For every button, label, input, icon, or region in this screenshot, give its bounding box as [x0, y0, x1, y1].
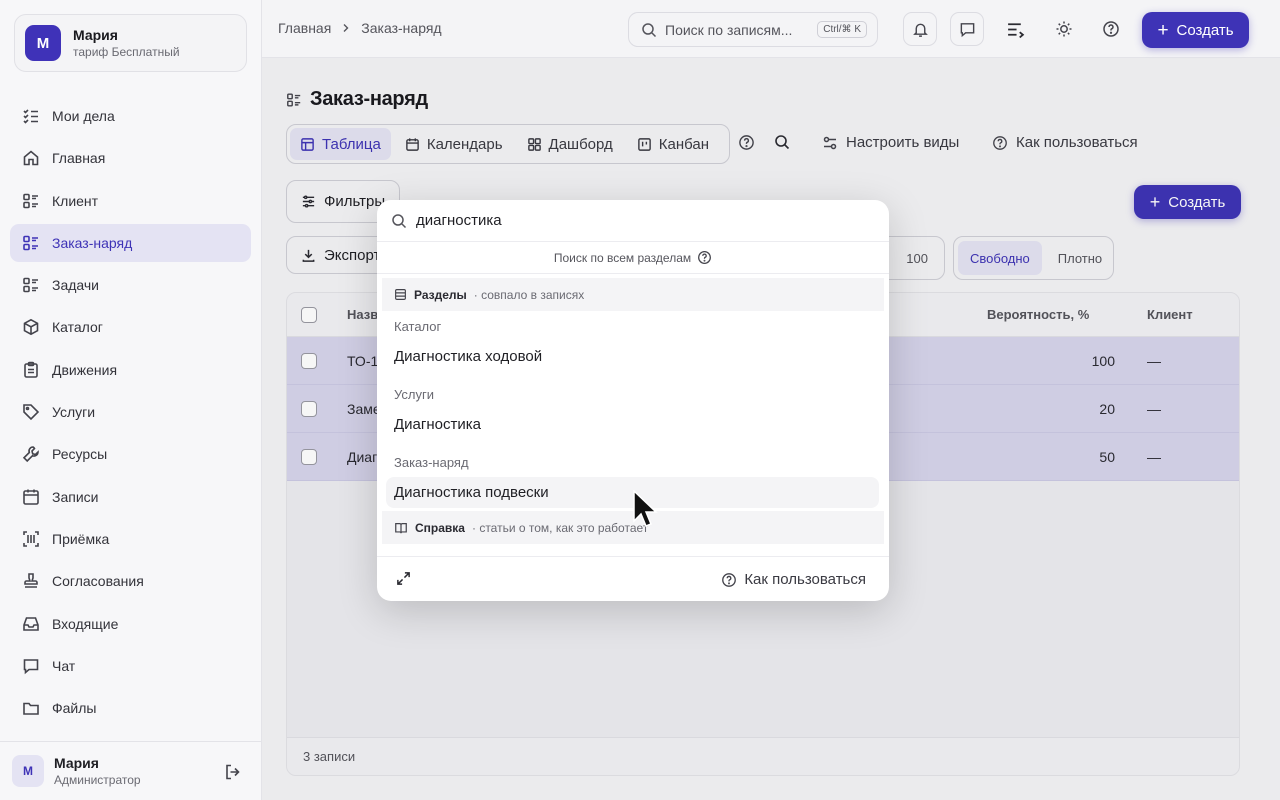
- box-icon: [23, 319, 39, 336]
- sidebar-item-tasks[interactable]: Задачи: [10, 266, 251, 304]
- sidebar-item-chat[interactable]: Чат: [10, 647, 251, 685]
- global-search-placeholder: Поиск по записям...: [665, 21, 793, 38]
- sidebar-item-label: Каталог: [52, 319, 103, 336]
- sidebar-item-label: Задачи: [52, 277, 100, 294]
- sidebar-item-services[interactable]: Услуги: [10, 393, 251, 431]
- calendar-icon: [23, 489, 39, 505]
- result-group-label: Услуги: [394, 387, 434, 402]
- modal-search-input[interactable]: [416, 212, 856, 229]
- sidebar-item-client[interactable]: Клиент: [10, 182, 251, 220]
- sidebar-item-label: Файлы: [52, 700, 97, 717]
- task-list-button[interactable]: [998, 12, 1032, 46]
- create-button-label: Создать: [1176, 21, 1234, 39]
- sidebar-item-resources[interactable]: Ресурсы: [10, 435, 251, 473]
- mouse-cursor-icon: [632, 490, 658, 530]
- plus-icon: +: [1157, 19, 1169, 41]
- sidebar-item-intake[interactable]: Приёмка: [10, 520, 251, 558]
- sidebar-item-label: Ресурсы: [52, 446, 108, 463]
- global-search-input[interactable]: Поиск по записям... Ctrl/⌘ K: [628, 12, 878, 47]
- list-add-icon: [1007, 22, 1024, 38]
- clipboard-icon: [24, 361, 38, 378]
- account-name: Мария: [73, 27, 118, 43]
- logout-button[interactable]: [224, 763, 242, 781]
- top-bar: Главная Заказ-наряд Поиск по записям... …: [262, 0, 1280, 58]
- sidebar-item-label: Движения: [52, 361, 118, 378]
- sidebar-item-label: Приёмка: [52, 530, 110, 547]
- sidebar-nav: Мои дела Главная Клиент Заказ-наряд Зада…: [10, 97, 251, 731]
- list-icon: [23, 277, 38, 293]
- sidebar-item-label: Заказ-наряд: [52, 234, 133, 251]
- modal-how-to-use-link[interactable]: Как пользоваться: [721, 571, 866, 588]
- book-icon: [395, 522, 407, 533]
- search-modal: Поиск по всем разделам Разделы · совпало…: [377, 200, 889, 601]
- help-icon: [1103, 21, 1119, 37]
- sidebar-item-label: Главная: [52, 150, 106, 167]
- search-shortcut: Ctrl/⌘ K: [817, 21, 867, 38]
- list-icon: [23, 193, 38, 208]
- home-icon: [23, 150, 39, 166]
- account-plan: тариф Бесплатный: [73, 45, 180, 59]
- wrench-icon: [22, 446, 39, 463]
- workspace-switcher[interactable]: М Мария тариф Бесплатный: [14, 14, 247, 72]
- user-profile[interactable]: М Мария Администратор: [0, 741, 262, 800]
- tag-icon: [23, 404, 40, 421]
- sun-icon: [1056, 21, 1072, 37]
- chat-icon: [960, 22, 974, 37]
- inbox-icon: [23, 616, 39, 631]
- chat-icon: [23, 659, 39, 675]
- result-group-label: Заказ-наряд: [394, 455, 469, 470]
- sidebar-item-label: Записи: [52, 488, 99, 505]
- result-group-label: Каталог: [394, 319, 442, 334]
- sidebar-item-approvals[interactable]: Согласования: [10, 562, 251, 600]
- checklist-icon: [23, 109, 38, 124]
- folder-icon: [23, 702, 39, 715]
- user-avatar: М: [12, 755, 44, 787]
- sidebar-item-home[interactable]: Главная: [10, 139, 251, 177]
- logout-icon: [226, 764, 240, 780]
- sidebar-item-work-order[interactable]: Заказ-наряд: [10, 223, 251, 262]
- expand-icon: [397, 572, 410, 585]
- list-icon: [23, 235, 38, 251]
- user-role: Администратор: [54, 773, 141, 787]
- user-name: Мария: [54, 755, 99, 771]
- breadcrumb: Главная Заказ-наряд: [278, 20, 442, 36]
- search-icon: [392, 213, 407, 228]
- sidebar-item-label: Клиент: [52, 192, 99, 209]
- sidebar: М Мария тариф Бесплатный Мои дела Главна…: [0, 0, 262, 800]
- result-item[interactable]: Диагностика: [386, 409, 879, 440]
- search-icon: [642, 22, 657, 37]
- sidebar-item-label: Входящие: [52, 615, 119, 632]
- sidebar-item-files[interactable]: Файлы: [10, 689, 251, 727]
- notifications-button[interactable]: [903, 12, 937, 46]
- sidebar-item-label: Согласования: [52, 573, 144, 590]
- create-button[interactable]: + Создать: [1142, 12, 1249, 48]
- help-icon: [722, 572, 737, 587]
- sidebar-item-label: Чат: [52, 657, 76, 674]
- table-icon: [395, 289, 406, 300]
- bell-icon: [912, 23, 928, 37]
- account-avatar: М: [25, 25, 61, 61]
- results-section-sections: Разделы · совпало в записях: [382, 278, 884, 311]
- sidebar-item-catalog[interactable]: Каталог: [10, 308, 251, 346]
- breadcrumb-home[interactable]: Главная: [278, 20, 331, 36]
- help-icon[interactable]: [697, 250, 712, 265]
- sidebar-item-bookings[interactable]: Записи: [10, 478, 251, 516]
- stamp-icon: [24, 573, 38, 589]
- result-item[interactable]: Диагностика ходовой: [386, 341, 879, 372]
- help-button[interactable]: [1094, 12, 1128, 46]
- sidebar-item-my-tasks[interactable]: Мои дела: [10, 97, 251, 135]
- expand-button[interactable]: [396, 571, 411, 586]
- theme-toggle[interactable]: [1047, 12, 1081, 46]
- search-scope: Поиск по всем разделам: [377, 242, 889, 274]
- sidebar-item-movements[interactable]: Движения: [10, 351, 251, 389]
- sidebar-item-label: Мои дела: [52, 108, 115, 124]
- sidebar-item-label: Услуги: [52, 404, 96, 421]
- messages-button[interactable]: [950, 12, 984, 46]
- modal-footer: Как пользоваться: [377, 556, 889, 601]
- chevron-right-icon: [343, 24, 349, 32]
- sidebar-item-inbox[interactable]: Входящие: [10, 605, 251, 643]
- barcode-icon: [23, 531, 39, 547]
- breadcrumb-current: Заказ-наряд: [361, 20, 442, 36]
